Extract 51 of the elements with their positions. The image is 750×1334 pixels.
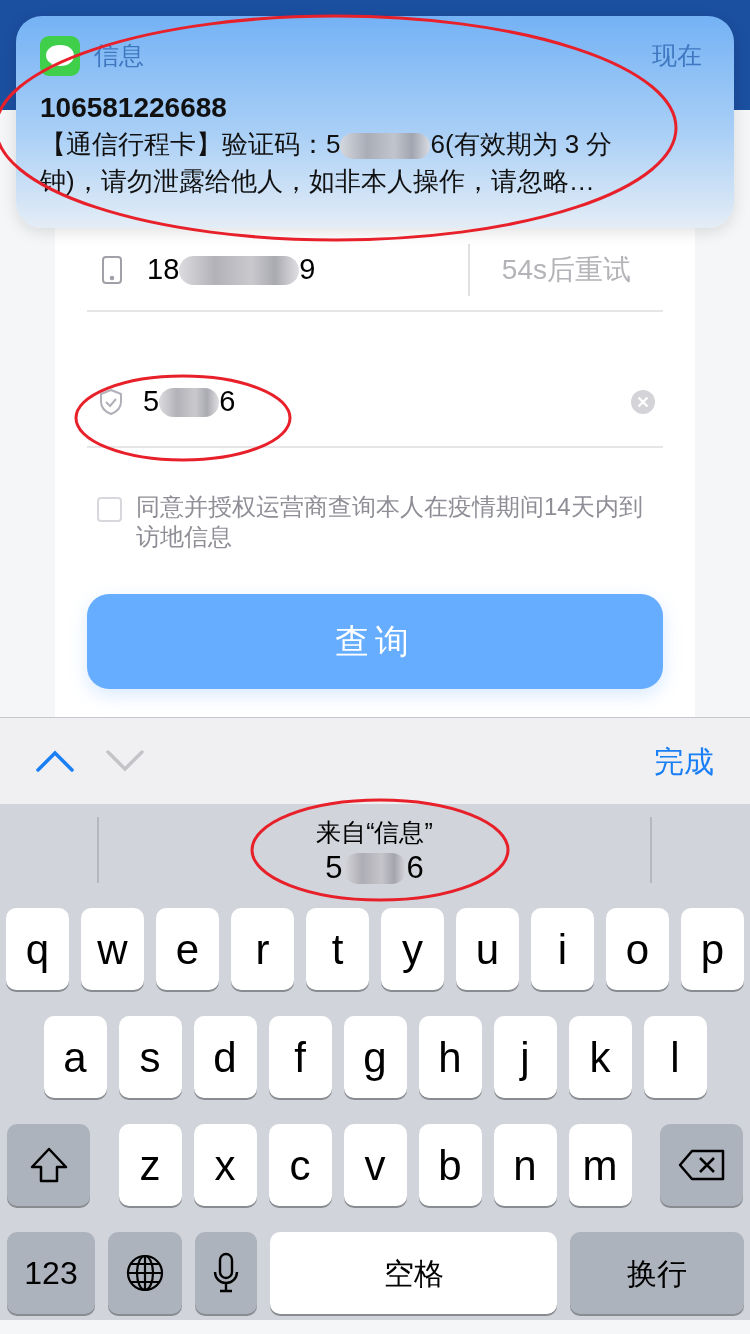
globe-key[interactable] (108, 1232, 182, 1314)
key[interactable]: z (118, 1124, 182, 1206)
key[interactable]: h (418, 1016, 482, 1098)
key[interactable]: l (643, 1016, 707, 1098)
key[interactable]: m (568, 1124, 632, 1206)
key[interactable]: b (418, 1124, 482, 1206)
phone-icon (101, 255, 123, 285)
space-key[interactable]: 空格 (270, 1232, 557, 1314)
key[interactable]: w (81, 908, 144, 990)
app-name: 信息 (94, 40, 144, 72)
sender-number: 106581226688 (40, 91, 228, 125)
messages-app-icon (40, 36, 80, 76)
blur-mask (159, 387, 220, 417)
blur-mask (342, 852, 407, 884)
backspace-icon (677, 1149, 726, 1181)
microphone-icon (212, 1252, 240, 1294)
notification-time: 现在 (652, 40, 702, 72)
key[interactable]: s (118, 1016, 182, 1098)
key[interactable]: c (268, 1124, 332, 1206)
key[interactable]: p (681, 908, 744, 990)
key[interactable]: r (231, 908, 294, 990)
autofill-suggestion[interactable]: 来自“信息” 5 6 (99, 814, 650, 886)
key[interactable]: j (493, 1016, 557, 1098)
key[interactable]: g (343, 1016, 407, 1098)
key[interactable]: i (531, 908, 594, 990)
key[interactable]: d (193, 1016, 257, 1098)
key[interactable]: o (606, 908, 669, 990)
consent-text: 同意并授权运营商查询本人在疫情期间14天内到访地信息 (136, 492, 644, 552)
key[interactable]: q (6, 908, 69, 990)
key[interactable]: x (193, 1124, 257, 1206)
key[interactable]: y (381, 908, 444, 990)
shift-key[interactable] (7, 1124, 90, 1206)
shift-icon (28, 1146, 69, 1184)
globe-icon (125, 1253, 165, 1293)
delete-key[interactable] (660, 1124, 743, 1206)
numbers-key[interactable]: 123 (7, 1232, 95, 1314)
key[interactable]: k (568, 1016, 632, 1098)
key[interactable]: n (493, 1124, 557, 1206)
chevron-up-icon[interactable] (36, 750, 74, 772)
phone-field[interactable]: 18 9 (147, 248, 468, 292)
consent-checkbox[interactable] (97, 497, 122, 522)
key[interactable]: u (456, 908, 519, 990)
key[interactable]: a (43, 1016, 107, 1098)
key[interactable]: f (268, 1016, 332, 1098)
return-key[interactable]: 换行 (570, 1232, 744, 1314)
code-field[interactable]: 5 6 (143, 380, 631, 424)
key[interactable]: e (156, 908, 219, 990)
key[interactable]: v (343, 1124, 407, 1206)
shield-icon (99, 388, 123, 416)
key[interactable]: t (306, 908, 369, 990)
microphone-key[interactable] (195, 1232, 257, 1314)
